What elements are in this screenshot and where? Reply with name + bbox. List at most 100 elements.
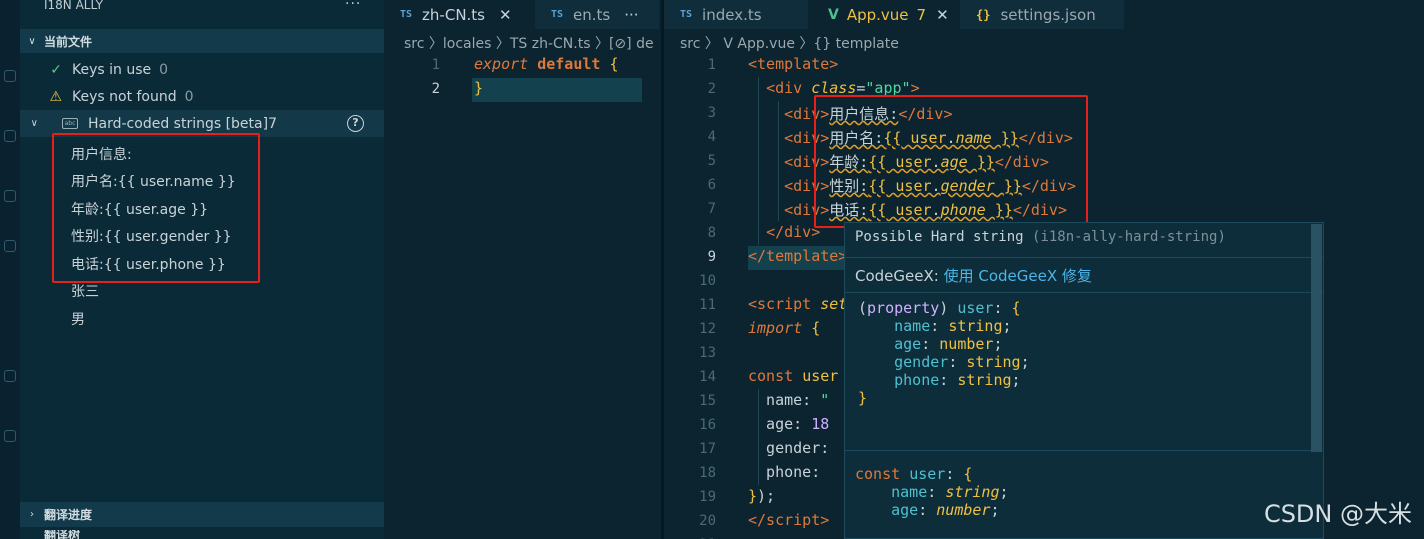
i18n-icon[interactable] xyxy=(4,370,16,382)
tab-label: en.ts xyxy=(573,5,611,24)
hover-tooltip: Possible Hard string (i18n-ally-hard-str… xyxy=(844,222,1324,539)
highlight-box xyxy=(52,133,260,283)
json-icon: {} xyxy=(976,7,991,22)
line-number: 17 xyxy=(699,441,716,457)
breadcrumb[interactable]: src 〉 V App.vue 〉{} template xyxy=(680,33,1080,53)
section-label: 翻译树 xyxy=(44,530,81,539)
line-number: 11 xyxy=(699,297,716,313)
section-label: 当前文件 xyxy=(44,34,93,49)
breadcrumb[interactable]: src 〉locales 〉TS zh-CN.ts 〉[⊘] de xyxy=(404,33,659,53)
line-number: 16 xyxy=(699,417,716,433)
code-line: const user xyxy=(748,367,839,385)
sidebar-title: I18N ALLY xyxy=(44,0,103,12)
code-line: }); xyxy=(748,487,776,505)
source-control-icon[interactable] xyxy=(4,190,16,202)
tree-item-keys-not-found[interactable]: ⚠ Keys not found 0 xyxy=(20,83,384,110)
explorer-icon[interactable] xyxy=(4,70,16,82)
line-number: 13 xyxy=(699,345,716,361)
string-item[interactable]: 男 xyxy=(71,309,85,329)
line-number: 7 xyxy=(707,201,716,217)
tree-item-keys-in-use[interactable]: ✓ Keys in use 0 xyxy=(20,56,384,83)
watermark: CSDN @大米 xyxy=(1263,500,1412,528)
tab-index-ts[interactable]: TS index.ts xyxy=(664,0,808,29)
code-line: import { xyxy=(748,319,821,337)
code-line: </script> xyxy=(748,511,830,529)
highlight-box xyxy=(814,95,1088,228)
hard-coded-label: Hard-coded strings [beta] xyxy=(88,115,269,132)
search-icon[interactable] xyxy=(4,130,16,142)
tab-label: zh-CN.ts xyxy=(422,5,485,24)
code-line: export default { xyxy=(474,55,619,73)
close-icon[interactable]: ✕ xyxy=(936,6,949,24)
line-number: 10 xyxy=(699,273,716,289)
line-number: 20 xyxy=(699,513,716,529)
tooltip-scrollbar[interactable] xyxy=(1311,224,1322,452)
tab-app-vue[interactable]: V App.vue 7 ✕ xyxy=(812,0,958,29)
chevron-right-icon: › xyxy=(30,509,34,520)
string-item[interactable]: 张三 xyxy=(71,281,99,301)
more-actions-icon[interactable]: ··· xyxy=(624,6,638,24)
typescript-icon: TS xyxy=(551,9,564,20)
warning-icon: ⚠ xyxy=(49,88,62,105)
code-line: age: 18 xyxy=(748,415,830,433)
line-number: 5 xyxy=(707,153,716,169)
keys-in-use-label: Keys in use xyxy=(72,61,152,78)
section-translation-progress[interactable]: › 翻译进度 xyxy=(20,502,384,527)
tab-settings-json[interactable]: {} settings.json xyxy=(960,0,1124,29)
keys-not-found-count: 0 xyxy=(184,88,194,105)
line-number: 14 xyxy=(699,369,716,385)
code-line: phone: xyxy=(748,463,821,481)
editor-zh-cn[interactable]: 1 2 export default { } xyxy=(384,53,661,539)
check-icon: ✓ xyxy=(50,61,62,78)
typescript-icon: TS xyxy=(680,9,693,20)
vscode-window: I18N ALLY ··· ∨ 当前文件 ✓ Keys in use 0 ⚠ K… xyxy=(0,0,1424,539)
help-icon[interactable]: ? xyxy=(347,115,364,132)
accounts-icon[interactable] xyxy=(4,430,16,442)
quick-fix: CodeGeeX: 使用 CodeGeeX 修复 xyxy=(855,265,1092,286)
code-line: } xyxy=(474,79,484,97)
string-icon: abc xyxy=(62,118,78,129)
keys-not-found-label: Keys not found xyxy=(72,88,177,105)
section-translation-tree[interactable]: 翻译树 xyxy=(20,530,384,539)
codegeex-fix-link[interactable]: 使用 CodeGeeX 修复 xyxy=(944,267,1092,285)
line-number: 4 xyxy=(707,129,716,145)
line-number: 2 xyxy=(707,81,716,97)
tab-en-ts[interactable]: TS en.ts ··· xyxy=(535,0,659,29)
activity-bar xyxy=(0,0,20,539)
i18n-ally-sidebar: I18N ALLY ··· ∨ 当前文件 ✓ Keys in use 0 ⚠ K… xyxy=(20,0,384,539)
line-number: 2 xyxy=(431,81,440,97)
chevron-down-icon: ∨ xyxy=(28,35,36,47)
code-line: gender: xyxy=(748,439,830,457)
code-line: </div> xyxy=(766,223,821,241)
diagnostic-message: Possible Hard string (i18n-ally-hard-str… xyxy=(855,229,1226,245)
vue-icon: V xyxy=(828,6,839,23)
diagnostic-text: Possible Hard string xyxy=(855,229,1024,245)
more-actions-icon[interactable]: ··· xyxy=(345,0,361,12)
code-line: <template> xyxy=(748,55,839,73)
tab-label: settings.json xyxy=(1000,5,1096,24)
tab-label: index.ts xyxy=(702,5,762,24)
line-number: 9 xyxy=(707,249,716,265)
line-number: 8 xyxy=(707,225,716,241)
code-line: name: " xyxy=(748,391,830,409)
tab-zh-cn-ts[interactable]: TS zh-CN.ts ✕ xyxy=(384,0,534,29)
type-preview: (property) user: { name: string; age: nu… xyxy=(858,299,1030,407)
editor-tabs: TS zh-CN.ts ✕ TS en.ts ··· TS index.ts V… xyxy=(384,0,1424,29)
hard-coded-count: 7 xyxy=(268,115,278,132)
line-number: 18 xyxy=(699,465,716,481)
code-line: </template> xyxy=(748,247,848,265)
line-number: 6 xyxy=(707,177,716,193)
extensions-icon[interactable] xyxy=(4,240,16,252)
quick-fix-prefix: CodeGeeX: xyxy=(855,267,939,285)
line-number: 12 xyxy=(699,321,716,337)
diagnostic-rule-id: (i18n-ally-hard-string) xyxy=(1032,229,1226,245)
line-number: 15 xyxy=(699,393,716,409)
type-preview: const user: { name: string; age: number; xyxy=(855,465,1009,519)
line-number: 1 xyxy=(707,57,716,73)
close-icon[interactable]: ✕ xyxy=(499,6,512,24)
section-label: 翻译进度 xyxy=(44,508,93,522)
section-current-file[interactable]: ∨ 当前文件 xyxy=(20,29,384,53)
line-number: 19 xyxy=(699,489,716,505)
tab-label: App.vue xyxy=(846,5,909,24)
line-number: 1 xyxy=(431,57,440,73)
